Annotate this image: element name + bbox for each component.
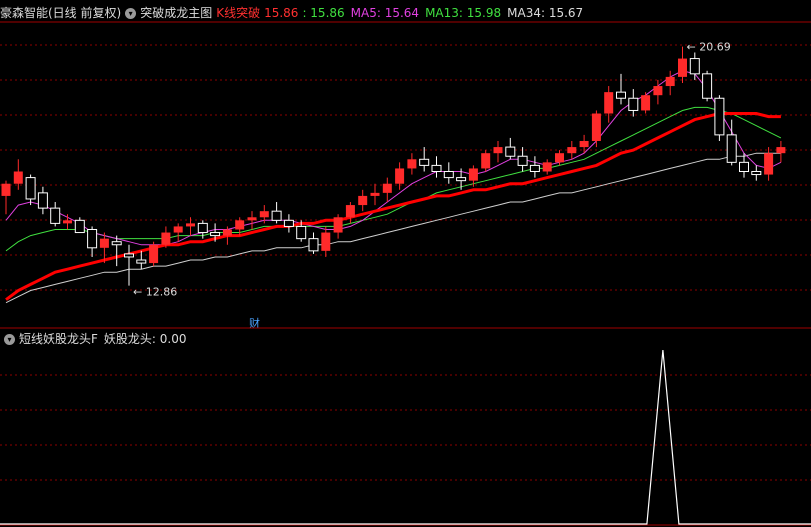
candle-body bbox=[616, 91, 626, 99]
candle-body bbox=[247, 217, 257, 221]
candle-body bbox=[567, 147, 577, 154]
candle-body bbox=[517, 155, 528, 166]
candle-body bbox=[259, 211, 269, 218]
candle-body bbox=[197, 222, 208, 234]
candle-body bbox=[468, 168, 478, 181]
ma5-line bbox=[5, 70, 782, 246]
candle-body bbox=[702, 73, 713, 99]
candle-body bbox=[493, 147, 503, 154]
candle-body bbox=[604, 92, 614, 114]
candle-body bbox=[333, 217, 343, 233]
candle-body bbox=[308, 238, 319, 252]
candle-body bbox=[555, 153, 564, 163]
candle-body bbox=[481, 153, 491, 169]
candle-body bbox=[358, 195, 368, 206]
candle-body bbox=[579, 140, 589, 148]
candle-body bbox=[653, 86, 663, 96]
candle-body bbox=[726, 134, 737, 163]
candle-body bbox=[665, 76, 675, 87]
candle-body bbox=[222, 229, 232, 236]
candle-body bbox=[124, 253, 134, 258]
candle-body bbox=[296, 225, 307, 240]
candle-body bbox=[591, 113, 601, 141]
candle-body bbox=[25, 177, 36, 200]
low-price-label: ← 12.86 bbox=[133, 286, 177, 299]
candle-body bbox=[99, 238, 109, 248]
ma34-line bbox=[5, 152, 781, 304]
candle-body bbox=[210, 232, 221, 237]
candle-body bbox=[74, 219, 85, 234]
candle-body bbox=[431, 164, 442, 172]
candle-body bbox=[407, 159, 417, 169]
candle-body bbox=[382, 183, 392, 193]
candle-body bbox=[283, 219, 294, 227]
candle-body bbox=[13, 171, 23, 184]
candle-body bbox=[50, 207, 61, 224]
high-price-label: ← 20.69 bbox=[687, 41, 731, 54]
candle-body bbox=[37, 192, 48, 209]
candle-body bbox=[678, 58, 687, 77]
candle-body bbox=[186, 223, 195, 227]
candle-body bbox=[419, 158, 430, 166]
candle-body bbox=[111, 241, 122, 246]
candle-body bbox=[395, 168, 405, 184]
candle-body bbox=[542, 162, 552, 172]
candle-body bbox=[689, 58, 700, 75]
candle-body bbox=[529, 164, 540, 172]
price-chart[interactable]: ← 20.69 ← 12.86 bbox=[0, 0, 811, 527]
candle-body bbox=[87, 228, 98, 249]
ma13-line bbox=[5, 106, 782, 252]
candle-body bbox=[1, 183, 11, 196]
candle-body bbox=[443, 171, 454, 179]
candle-body bbox=[235, 220, 245, 230]
candle-body bbox=[456, 177, 467, 182]
candle-body bbox=[751, 171, 762, 176]
candle-body bbox=[345, 205, 355, 218]
candle-body bbox=[776, 147, 786, 154]
candle-body bbox=[764, 153, 774, 175]
candle-body bbox=[321, 232, 331, 251]
candle-body bbox=[149, 244, 159, 264]
candle-body bbox=[63, 220, 72, 224]
sub-indicator-line bbox=[0, 349, 811, 525]
candle-body bbox=[628, 97, 639, 111]
trend-line bbox=[5, 112, 781, 301]
candle-body bbox=[739, 161, 749, 172]
candle-body bbox=[271, 210, 282, 221]
candle-body bbox=[714, 97, 725, 136]
candle-body bbox=[370, 192, 380, 196]
candle-body bbox=[136, 259, 147, 264]
candle-body bbox=[173, 226, 183, 233]
candle-body bbox=[505, 146, 516, 157]
candle-body bbox=[161, 232, 171, 245]
candle-body bbox=[641, 95, 651, 111]
